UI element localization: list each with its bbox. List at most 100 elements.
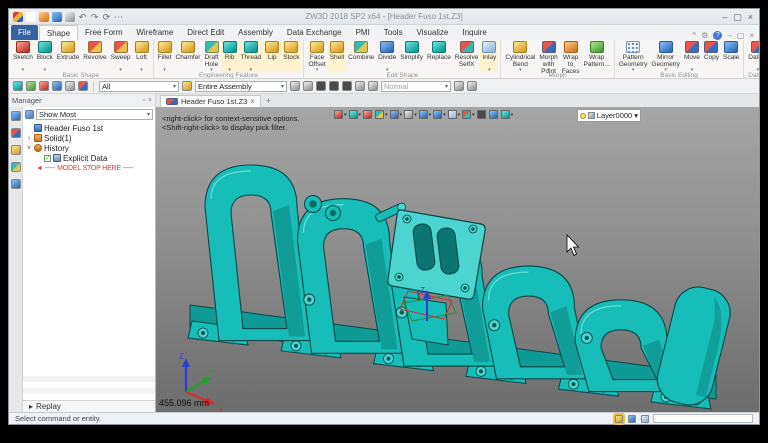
- thread-button[interactable]: Thread ▾: [238, 41, 264, 73]
- redo-icon[interactable]: ↷: [90, 12, 99, 22]
- pick-face-icon[interactable]: [342, 81, 352, 91]
- fly-through-icon[interactable]: [454, 81, 464, 91]
- regen-icon[interactable]: ⟳: [102, 12, 111, 22]
- visual-manager-tab-icon[interactable]: [10, 145, 21, 155]
- close-panel-icon[interactable]: ×: [148, 97, 152, 104]
- match-filter-icon[interactable]: [303, 81, 313, 91]
- tab-assembly[interactable]: Assembly: [231, 25, 280, 40]
- close-button[interactable]: ×: [748, 10, 753, 24]
- doc-restore-icon[interactable]: ▢: [737, 31, 745, 40]
- draft-hole-button[interactable]: Draft Hole ▾: [202, 41, 220, 73]
- tree-item-header-fuso-1st[interactable]: Header Fuso 1st: [23, 123, 155, 133]
- viewport[interactable]: <right-click> for context-sensitive opti…: [156, 107, 759, 412]
- view-tab-icon[interactable]: [10, 162, 21, 172]
- loft-button[interactable]: Loft ▾: [133, 41, 151, 73]
- assembly-scope-icon[interactable]: [182, 81, 192, 91]
- manifold-model[interactable]: [187, 164, 735, 410]
- render-mode-dropdown[interactable]: Normal ▾: [381, 80, 451, 92]
- new-tab-button[interactable]: +: [266, 95, 271, 107]
- qat-more-icon[interactable]: ⋯: [114, 12, 123, 22]
- note-icon[interactable]: [641, 414, 649, 423]
- pin-panel-icon[interactable]: ▫: [142, 97, 144, 104]
- block-button[interactable]: Block ▾: [35, 41, 55, 73]
- filter-icon[interactable]: [25, 110, 34, 119]
- minimize-button[interactable]: –: [722, 10, 727, 24]
- manager-tab-icon[interactable]: [10, 111, 21, 121]
- copy-button[interactable]: Copy: [702, 41, 721, 72]
- status-input[interactable]: [653, 414, 753, 423]
- role-tab-icon[interactable]: [10, 179, 21, 189]
- simplify-button[interactable]: Simplify: [398, 41, 425, 72]
- new-file-icon[interactable]: [26, 11, 36, 22]
- list-filter-icon[interactable]: [290, 81, 300, 91]
- wrap-pattern-button[interactable]: Wrap Pattern...: [581, 41, 611, 72]
- replay-section[interactable]: ▸ Replay: [23, 400, 155, 412]
- stock-button[interactable]: Stock: [281, 41, 302, 72]
- tab-file[interactable]: File: [11, 25, 38, 40]
- pick-point-icon[interactable]: [316, 81, 326, 91]
- wrap-to-faces-button[interactable]: Wrap to Faces: [560, 41, 582, 75]
- restore-button[interactable]: ▢: [733, 10, 742, 24]
- tab-inquire[interactable]: Inquire: [455, 25, 493, 40]
- save-icon[interactable]: [52, 11, 62, 22]
- cylindrical-bend-button[interactable]: Cylindrical Bend ▾: [503, 41, 537, 73]
- move-button[interactable]: Move ▾: [682, 41, 702, 73]
- resolve-selfx-button[interactable]: Resolve SelfX: [453, 41, 480, 72]
- tree-expander[interactable]: ›: [26, 135, 32, 142]
- disable-filter-icon[interactable]: [368, 81, 378, 91]
- tab-free-form[interactable]: Free Form: [78, 25, 129, 40]
- chamfer-button[interactable]: Chamfer: [174, 41, 203, 72]
- open-file-icon[interactable]: [39, 11, 49, 22]
- model-canvas[interactable]: Z Z Y X: [156, 107, 759, 412]
- sweep-button[interactable]: Sweep ▾: [109, 41, 133, 73]
- replace-button[interactable]: Replace: [425, 41, 453, 72]
- print-icon[interactable]: [65, 11, 75, 22]
- scale-button[interactable]: Scale: [721, 41, 741, 72]
- gear-icon[interactable]: ⚙: [701, 31, 708, 40]
- fillet-button[interactable]: Fillet ▾: [156, 41, 174, 73]
- grid-toggle-icon[interactable]: [52, 81, 62, 91]
- add-entity-icon[interactable]: [26, 81, 36, 91]
- lip-button[interactable]: Lip: [263, 41, 282, 72]
- tab-pmi[interactable]: PMI: [349, 25, 377, 40]
- color-picker-icon[interactable]: [78, 81, 88, 91]
- undo-icon[interactable]: ↶: [78, 12, 87, 22]
- help-icon[interactable]: ?: [713, 31, 723, 40]
- doc-minimize-icon[interactable]: –: [727, 31, 731, 40]
- pattern-geometry-button[interactable]: Pattern Geometry ▾: [617, 41, 650, 73]
- assembly-tab-icon[interactable]: [10, 128, 21, 138]
- tab-data-exchange[interactable]: Data Exchange: [280, 25, 349, 40]
- revolve-button[interactable]: Revolve: [81, 41, 108, 72]
- tree-expander[interactable]: ˅: [26, 145, 32, 152]
- tab-shape[interactable]: Shape: [38, 25, 79, 40]
- link-view-icon[interactable]: [467, 81, 477, 91]
- tree-item-solid-1[interactable]: › Solid(1): [23, 133, 155, 143]
- collapse-ribbon-icon[interactable]: ^: [692, 31, 696, 40]
- close-tab-icon[interactable]: ×: [250, 97, 255, 106]
- monitor-icon[interactable]: [628, 414, 636, 423]
- doc-close-icon[interactable]: ×: [749, 31, 754, 40]
- remove-entity-icon[interactable]: [39, 81, 49, 91]
- checkbox-checked-icon[interactable]: ✓: [44, 154, 51, 162]
- show-filter-dropdown[interactable]: Show Most ▾: [36, 109, 153, 120]
- combine-button[interactable]: Combine: [346, 41, 376, 72]
- tab-tools[interactable]: Tools: [377, 25, 410, 40]
- zw3d-logo-icon[interactable]: [13, 11, 23, 22]
- divide-button[interactable]: Divide ▾: [376, 41, 398, 73]
- tab-visualize[interactable]: Visualize: [409, 25, 455, 40]
- inlay-button[interactable]: Inlay ▾: [480, 41, 499, 73]
- document-tab[interactable]: Header Fuso 1st.Z3 ×: [160, 95, 261, 107]
- sketch-button[interactable]: Sketch ▾: [11, 41, 35, 73]
- scope-dropdown[interactable]: Entire Assembly ▾: [195, 80, 287, 92]
- rib-button[interactable]: Rib ▾: [220, 41, 239, 73]
- entity-filter-icon[interactable]: [13, 81, 23, 91]
- tab-wireframe[interactable]: Wireframe: [129, 25, 180, 40]
- tree-item-explicit-data[interactable]: ✓ Explicit Data: [23, 153, 155, 163]
- grid-snap-icon[interactable]: [613, 412, 625, 425]
- filter-all-dropdown[interactable]: All ▾: [99, 80, 179, 92]
- mirror-geometry-button[interactable]: Mirror Geometry ▾: [649, 41, 682, 73]
- shell-button[interactable]: Shell: [327, 41, 347, 72]
- cursor-pick-icon[interactable]: [355, 81, 365, 91]
- tree-item-model-stop-here[interactable]: ◄ ----- MODEL STOP HERE -----: [23, 163, 155, 173]
- datum-button[interactable]: Datum▾: [746, 41, 759, 73]
